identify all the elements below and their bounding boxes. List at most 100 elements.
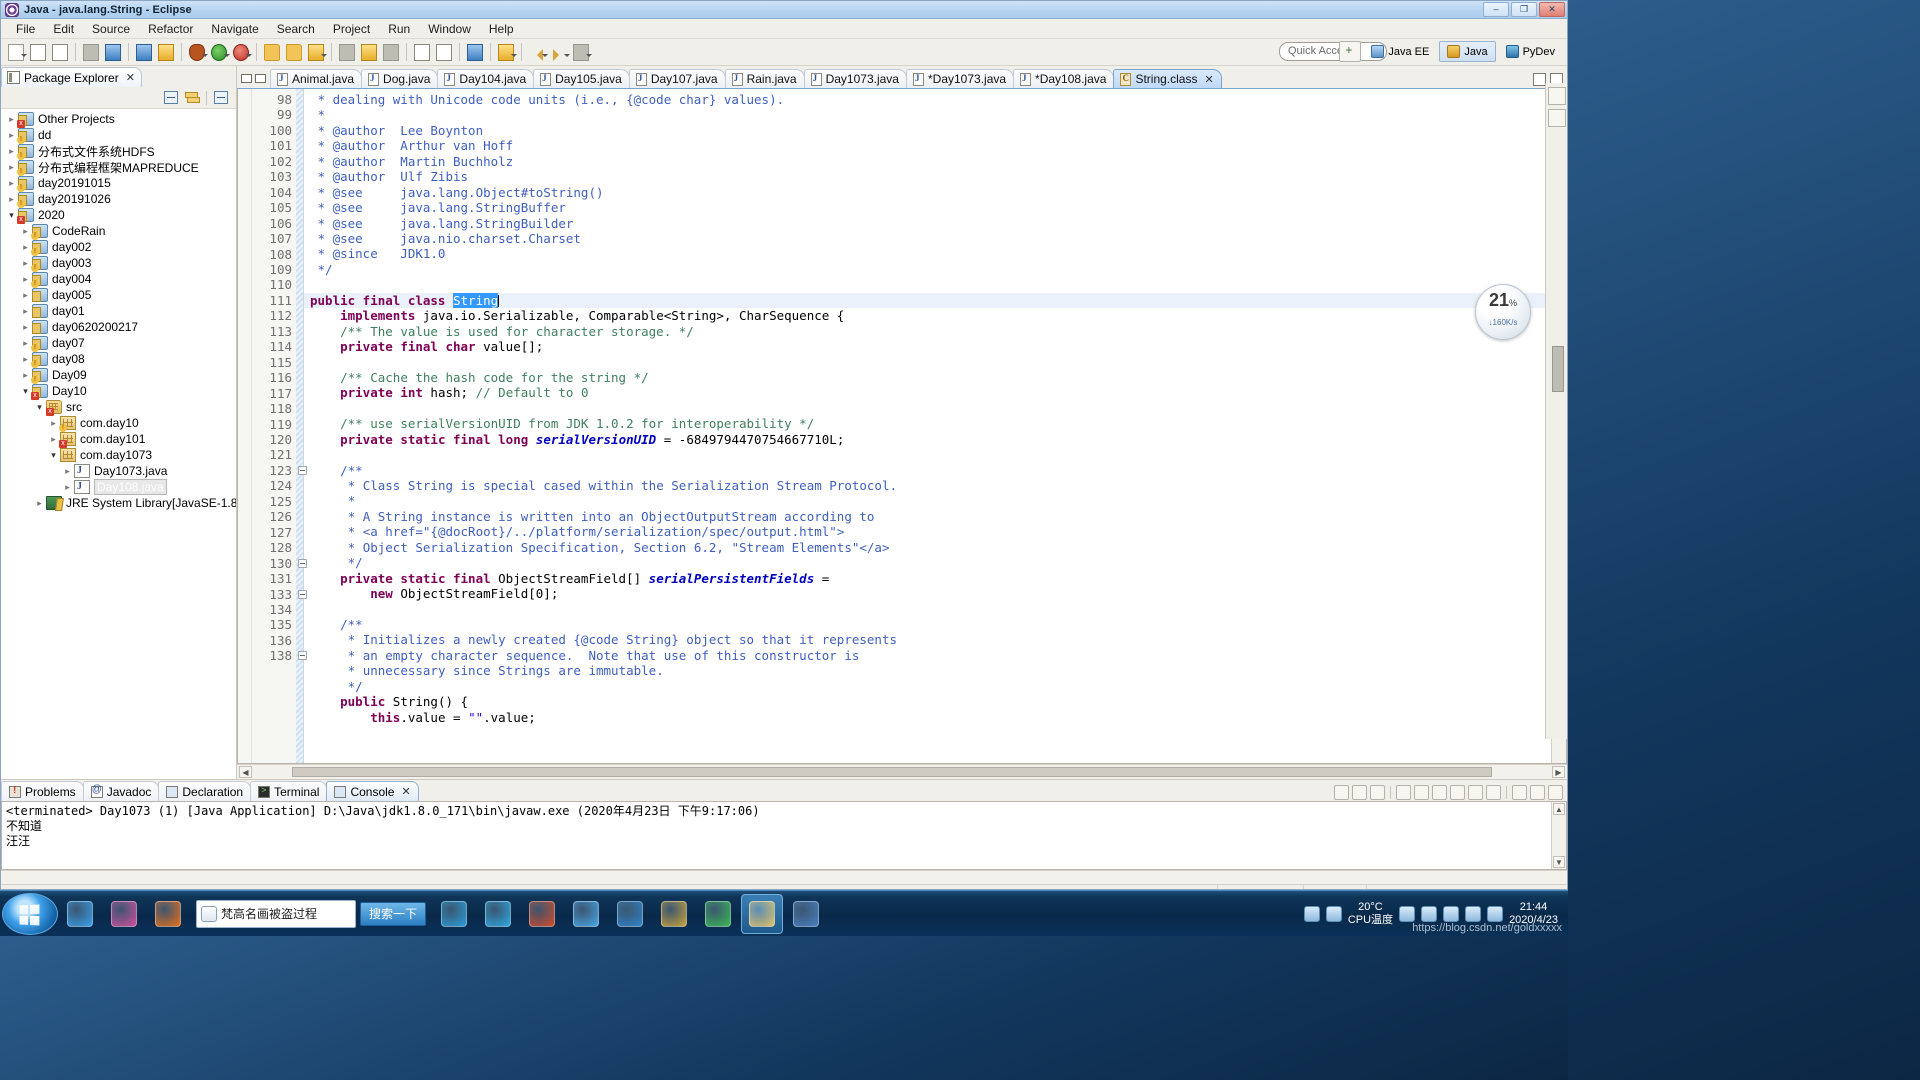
code-line[interactable]: * Class String is special cased within t… <box>304 478 1551 493</box>
chevron-right-icon[interactable] <box>19 306 32 317</box>
menu-item-file[interactable]: File <box>7 20 44 38</box>
code-line[interactable] <box>304 277 1551 292</box>
console-vertical-scrollbar[interactable]: ▲ ▼ <box>1551 802 1566 869</box>
open-console-button[interactable] <box>1486 785 1501 800</box>
scrollbar-thumb[interactable] <box>292 767 1492 777</box>
tree-item[interactable]: day003 <box>1 255 236 272</box>
console-tab[interactable]: Problems <box>1 781 84 801</box>
code-line[interactable]: /** use serialVersionUID from JDK 1.0.2 … <box>304 416 1551 431</box>
cpu-usage-widget[interactable]: 21% ↓160K/s <box>1475 284 1531 340</box>
outline-view-button[interactable] <box>1547 87 1566 105</box>
explorer-taskbar-icon[interactable] <box>433 894 475 934</box>
code-line[interactable] <box>304 401 1551 416</box>
code-line[interactable]: * <box>304 107 1551 122</box>
code-line[interactable]: * @author Lee Boynton <box>304 123 1551 138</box>
scroll-lock-button[interactable] <box>1414 785 1429 800</box>
eclipse-taskbar-icon[interactable] <box>741 893 784 934</box>
editor-tab[interactable]: Day104.java <box>437 69 535 88</box>
code-line[interactable]: * Object Serialization Specification, Se… <box>304 540 1551 555</box>
editor-tab[interactable]: Rain.java <box>724 69 805 88</box>
console-horizontal-scrollbar[interactable] <box>1 870 1567 884</box>
link-with-editor-button[interactable] <box>183 89 201 106</box>
export-button[interactable] <box>103 42 123 63</box>
code-line[interactable]: * @author Ulf Zibis <box>304 169 1551 184</box>
open-perspective-button[interactable] <box>1339 41 1362 62</box>
start-button[interactable] <box>2 892 58 935</box>
editor-tab[interactable]: Animal.java <box>270 69 363 88</box>
code-line[interactable]: new ObjectStreamField[0]; <box>304 586 1551 601</box>
scroll-down-arrow[interactable]: ▼ <box>1553 856 1565 868</box>
scroll-up-arrow[interactable]: ▲ <box>1553 803 1565 815</box>
chevron-right-icon[interactable] <box>19 290 32 301</box>
menu-item-source[interactable]: Source <box>83 20 139 38</box>
menu-item-run[interactable]: Run <box>379 20 419 38</box>
menu-item-project[interactable]: Project <box>324 20 379 38</box>
tray-lock-icon[interactable] <box>1443 905 1460 922</box>
search-button[interactable] <box>134 42 154 63</box>
maximize-button[interactable]: ❐ <box>1511 2 1537 17</box>
editor-tab[interactable]: *Day1073.java <box>905 69 1015 88</box>
tree-item[interactable]: day07 <box>1 335 236 352</box>
code-line[interactable]: public String() { <box>304 694 1551 709</box>
tray-shield-icon[interactable] <box>1421 905 1438 922</box>
console-body[interactable]: <terminated> Day1073 (1) [Java Applicati… <box>1 801 1567 870</box>
tree-item[interactable]: 分布式编程框架MAPREDUCE <box>1 159 236 176</box>
chevron-right-icon[interactable] <box>61 466 74 477</box>
tree-item[interactable]: day004 <box>1 271 236 288</box>
code-line[interactable]: /** The value is used for character stor… <box>304 324 1551 339</box>
tray-help-icon[interactable] <box>1325 905 1342 922</box>
show-whitespace-button[interactable] <box>412 42 432 63</box>
scroll-right-arrow[interactable]: ▶ <box>1552 766 1565 778</box>
code-line[interactable]: * A String instance is written into an O… <box>304 509 1551 524</box>
code-line[interactable]: * @see java.lang.StringBuffer <box>304 200 1551 215</box>
menu-item-edit[interactable]: Edit <box>44 20 83 38</box>
new-button[interactable] <box>6 42 27 63</box>
maximize-console-button[interactable] <box>1548 785 1563 800</box>
console-view-menu-button[interactable] <box>1512 785 1527 800</box>
menu-item-refactor[interactable]: Refactor <box>139 20 202 38</box>
run-external-tools-button[interactable] <box>231 42 252 63</box>
chevron-down-icon[interactable] <box>47 450 60 461</box>
perspective-pydev[interactable]: PyDev <box>1498 41 1563 62</box>
new-java-project-button[interactable] <box>262 42 282 63</box>
menu-item-search[interactable]: Search <box>268 20 324 38</box>
next-annotation-button[interactable] <box>496 42 517 63</box>
editor-tab[interactable]: Day107.java <box>628 69 726 88</box>
chrome-taskbar-icon[interactable] <box>697 894 739 934</box>
editor-tab[interactable]: String.class ✕ <box>1113 69 1222 88</box>
app-taskbar-icon[interactable] <box>521 894 563 934</box>
code-line[interactable]: * Initializes a newly created {@code Str… <box>304 632 1551 647</box>
code-line[interactable]: */ <box>304 555 1551 570</box>
code-line[interactable]: /** <box>304 617 1551 632</box>
toggle-mark-occurrences-button[interactable] <box>381 42 401 63</box>
collapse-all-button[interactable] <box>162 89 180 106</box>
tree-item[interactable]: 分布式文件系统HDFS <box>1 143 236 160</box>
tray-sync-icon[interactable] <box>1399 905 1416 922</box>
source-code[interactable]: * dealing with Unicode code units (i.e.,… <box>304 89 1551 763</box>
tree-item[interactable]: day08 <box>1 351 236 368</box>
code-line[interactable]: private int hash; // Default to 0 <box>304 385 1551 400</box>
close-icon[interactable]: ✕ <box>1204 73 1213 86</box>
code-line[interactable]: private static final ObjectStreamField[]… <box>304 571 1551 586</box>
code-line[interactable]: implements java.io.Serializable, Compara… <box>304 308 1551 323</box>
firefox-taskbar-icon[interactable] <box>147 894 189 934</box>
tree-item[interactable]: day01 <box>1 303 236 319</box>
remove-launch-button[interactable] <box>1352 785 1367 800</box>
ie-taskbar-icon[interactable] <box>565 894 607 934</box>
tree-item[interactable]: day005 <box>1 287 236 303</box>
code-editor[interactable]: 98 99 100 101 102 103 104 105 106 107 108 109 110 111… <box>237 88 1567 764</box>
editor-tab[interactable]: Dog.java <box>361 69 439 88</box>
build-button[interactable] <box>156 42 176 63</box>
word-wrap-button[interactable] <box>1432 785 1447 800</box>
tree-item[interactable]: Day10 <box>1 383 236 400</box>
chevron-right-icon[interactable] <box>33 498 46 509</box>
game-taskbar-icon[interactable] <box>653 894 695 934</box>
code-line[interactable]: * an empty character sequence. Note that… <box>304 648 1551 663</box>
last-edit-location-button[interactable] <box>571 42 592 63</box>
menu-item-window[interactable]: Window <box>419 20 480 38</box>
run-button[interactable] <box>209 42 230 63</box>
code-line[interactable]: * dealing with Unicode code units (i.e.,… <box>304 92 1551 107</box>
back-button[interactable] <box>527 42 548 63</box>
editor-marker-bar[interactable] <box>238 89 252 763</box>
menu-item-navigate[interactable]: Navigate <box>202 20 267 38</box>
